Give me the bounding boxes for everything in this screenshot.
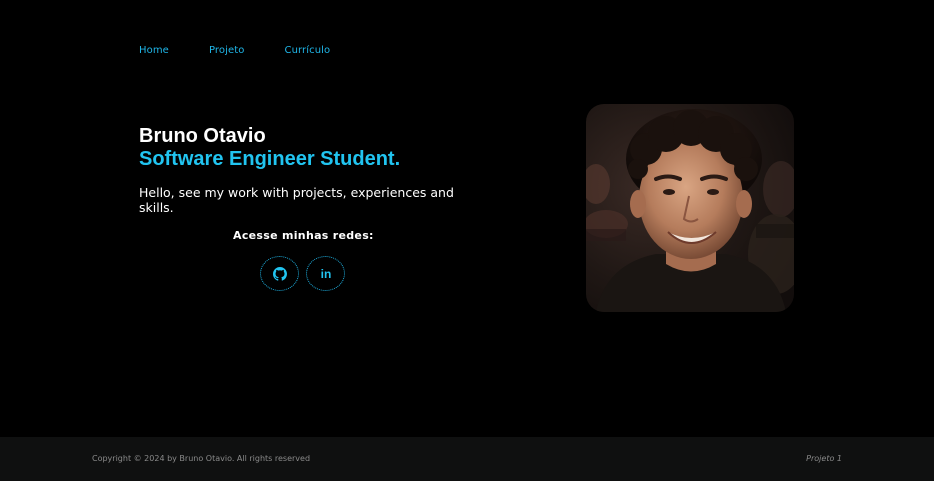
hero-description: Hello, see my work with projects, experi… bbox=[139, 185, 454, 215]
social-title: Acesse minhas redes: bbox=[233, 229, 374, 242]
linkedin-button[interactable]: in bbox=[306, 256, 345, 291]
footer: Copyright © 2024 by Bruno Otavio. All ri… bbox=[0, 437, 934, 481]
github-button[interactable] bbox=[260, 256, 299, 291]
nav-link-home[interactable]: Home bbox=[139, 45, 169, 56]
linkedin-icon: in bbox=[319, 267, 333, 281]
top-nav: Home Projeto Currículo bbox=[139, 45, 370, 56]
nav-link-curriculo[interactable]: Currículo bbox=[284, 45, 330, 56]
footer-copyright: Copyright © 2024 by Bruno Otavio. All ri… bbox=[92, 454, 311, 463]
profile-photo bbox=[586, 104, 794, 312]
nav-link-projeto[interactable]: Projeto bbox=[209, 45, 245, 56]
hero-name: Bruno Otavio bbox=[139, 125, 266, 147]
footer-project-label: Projeto 1 bbox=[806, 454, 842, 463]
github-icon bbox=[272, 266, 287, 281]
svg-text:in: in bbox=[320, 267, 331, 281]
portrait-photo bbox=[586, 104, 794, 312]
hero-role: Software Engineer Student. bbox=[139, 148, 401, 170]
